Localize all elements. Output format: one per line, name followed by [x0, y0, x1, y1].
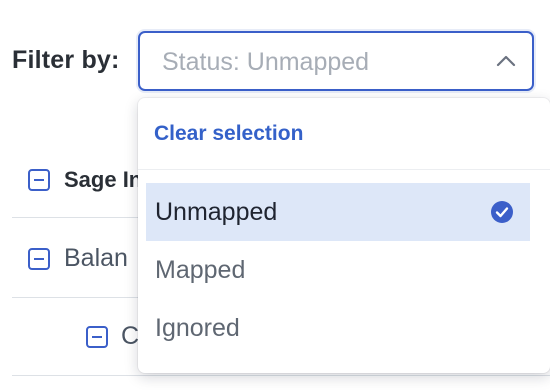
minus-square-icon[interactable] [28, 169, 50, 191]
minus-square-icon[interactable] [28, 248, 50, 270]
select-value: Status: Unmapped [162, 48, 370, 76]
check-circle-icon [491, 201, 513, 223]
clear-selection-link[interactable]: Clear selection [154, 122, 303, 146]
column-header-label: Sage In [64, 167, 143, 192]
filter-panel: Filter by: Sage In Balan C Status: Unmap… [0, 0, 550, 390]
option-label: Ignored [155, 314, 240, 342]
option-unmapped[interactable]: Unmapped [146, 183, 530, 241]
table-row-divider [12, 375, 550, 376]
filter-label: Filter by: [12, 46, 120, 74]
option-label: Unmapped [155, 198, 278, 226]
dropdown-divider [138, 169, 550, 170]
row-label: C [121, 322, 140, 350]
status-dropdown-menu: Clear selection Unmapped Mapped Ignored [138, 98, 550, 373]
chevron-up-icon [496, 55, 516, 67]
option-label: Mapped [155, 256, 246, 284]
status-filter-select[interactable]: Status: Unmapped [138, 31, 534, 91]
option-ignored[interactable]: Ignored [146, 299, 530, 357]
option-mapped[interactable]: Mapped [146, 241, 530, 299]
row-label: Balan [64, 244, 128, 272]
minus-square-icon[interactable] [86, 326, 108, 348]
